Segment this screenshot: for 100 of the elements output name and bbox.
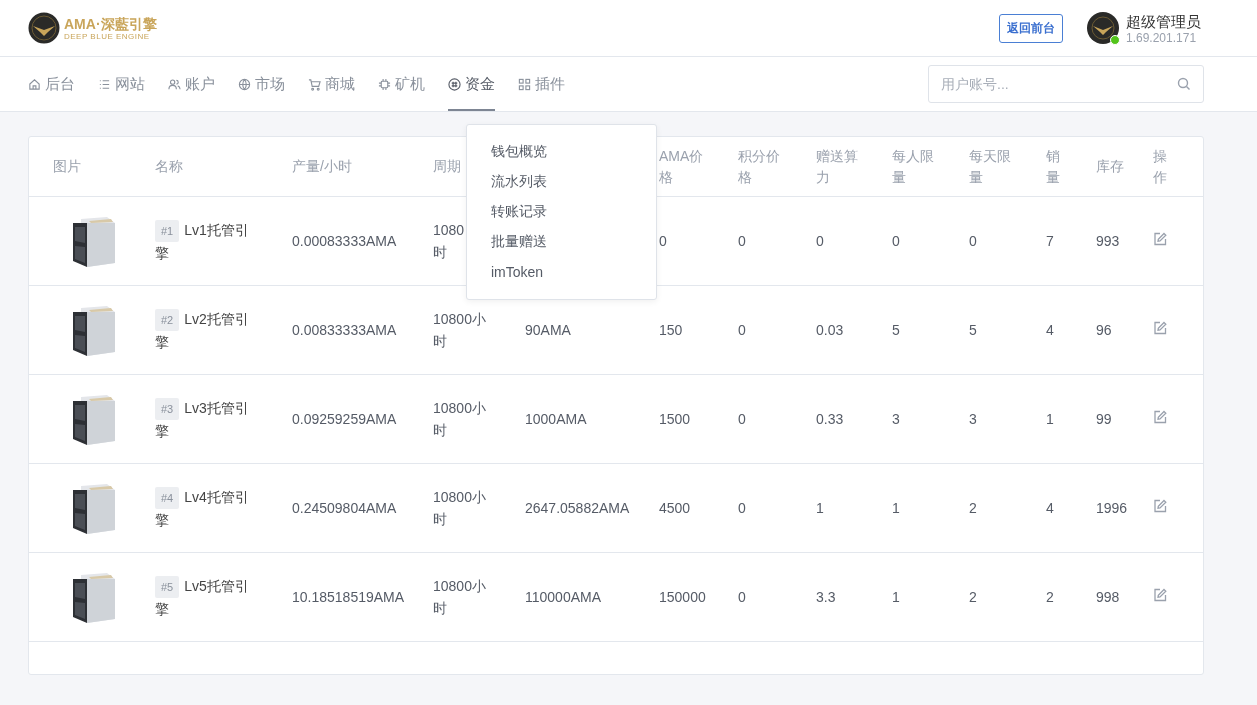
table-cell-text: 90AMA bbox=[525, 321, 571, 340]
column-header: 积分价 格 bbox=[738, 146, 781, 187]
menu-item[interactable]: 批量赠送 bbox=[467, 227, 656, 257]
search-icon[interactable] bbox=[1177, 77, 1191, 91]
product-name: #5 Lv5托管引 擎 bbox=[155, 574, 249, 619]
column-header: AMA价 格 bbox=[659, 146, 705, 187]
table-cell-text: 5 bbox=[969, 321, 977, 340]
users-icon bbox=[168, 77, 181, 91]
table-cell-text: 150000 bbox=[659, 588, 706, 607]
table-cell-text: 0 bbox=[816, 232, 824, 251]
column-header: 库存 bbox=[1096, 157, 1125, 176]
table-cell-text: 0.00083333AMA bbox=[292, 232, 397, 251]
menu-item[interactable]: imToken bbox=[467, 257, 656, 287]
table-cell-text: 10800小 时 bbox=[433, 310, 486, 351]
list-icon bbox=[98, 77, 111, 91]
table-cell-text: 0.24509804AMA bbox=[292, 499, 397, 518]
product-name: #1 Lv1托管引 擎 bbox=[155, 218, 249, 263]
table-cell-text: 1 bbox=[1046, 410, 1054, 429]
table-cell-text: 0 bbox=[738, 499, 746, 518]
table-cell-text: 1000AMA bbox=[525, 410, 587, 429]
table-cell-text: 5 bbox=[892, 321, 900, 340]
menu-item[interactable]: 流水列表 bbox=[467, 167, 656, 197]
product-tag: #1 bbox=[155, 219, 180, 242]
table-cell-text: 0 bbox=[892, 232, 900, 251]
column-header: 图片 bbox=[53, 157, 82, 176]
table-cell-text: 0 bbox=[659, 232, 667, 251]
table-cell-text: 3.3 bbox=[816, 588, 836, 607]
edit-icon[interactable] bbox=[1153, 588, 1167, 602]
table-cell-text: 150 bbox=[659, 321, 683, 340]
table-cell-text: 0 bbox=[738, 410, 746, 429]
product-tag: #4 bbox=[155, 486, 180, 509]
table-cell-text: 1 bbox=[816, 499, 824, 518]
column-header: 操 作 bbox=[1153, 146, 1168, 187]
table-cell-text: 10800小 时 bbox=[433, 577, 486, 618]
table-cell-text: 0 bbox=[738, 588, 746, 607]
globe-icon bbox=[238, 77, 251, 91]
nav-tab[interactable]: 资金 bbox=[448, 57, 495, 111]
nav-tab[interactable]: 商城 bbox=[308, 57, 355, 111]
table-cell-text: 10800小 时 bbox=[433, 399, 486, 440]
edit-icon[interactable] bbox=[1153, 499, 1167, 513]
edit-icon[interactable] bbox=[1153, 410, 1167, 424]
table-cell-text: 96 bbox=[1096, 321, 1112, 340]
avatar-icon bbox=[1087, 12, 1119, 44]
table-cell-text: 993 bbox=[1096, 232, 1120, 251]
table-cell-text: 7 bbox=[1046, 232, 1054, 251]
grid-icon bbox=[518, 77, 531, 91]
table-cell-text: 110000AMA bbox=[525, 588, 601, 607]
column-header: 赠送算 力 bbox=[816, 146, 859, 187]
table-cell-text: 1 bbox=[892, 499, 900, 518]
nav-tab[interactable]: 网站 bbox=[98, 57, 145, 111]
nav-tab[interactable]: 账户 bbox=[168, 57, 215, 111]
menu-item[interactable]: 钱包概览 bbox=[467, 137, 656, 167]
table-cell-text: 10800小 时 bbox=[433, 488, 486, 529]
user-name: 超级管理员 bbox=[1126, 11, 1201, 31]
logo-emblem-icon bbox=[28, 12, 60, 44]
product-name: #4 Lv4托管引 擎 bbox=[155, 485, 249, 530]
home-icon bbox=[28, 77, 41, 91]
edit-icon[interactable] bbox=[1153, 232, 1167, 246]
column-header: 周期 bbox=[433, 157, 462, 176]
table-cell-text: 1080 时 bbox=[433, 221, 465, 262]
table-cell-text: 0.03 bbox=[816, 321, 844, 340]
column-header: 每人限 量 bbox=[892, 146, 935, 187]
table-cell-text: 0 bbox=[738, 321, 746, 340]
table-cell-text: 10.18518519AMA bbox=[292, 588, 405, 607]
nav-tab[interactable]: 市场 bbox=[238, 57, 285, 111]
table-cell-text: 1 bbox=[892, 588, 900, 607]
front-page-button[interactable]: 返回前台 bbox=[999, 13, 1063, 43]
table-cell-text: 2 bbox=[1046, 588, 1054, 607]
product-tag: #2 bbox=[155, 308, 180, 331]
column-header: 销 量 bbox=[1046, 146, 1061, 187]
column-header: 名称 bbox=[155, 157, 184, 176]
table-cell-text: 0 bbox=[969, 232, 977, 251]
table-cell-text: 99 bbox=[1096, 410, 1112, 429]
table-cell-text: 998 bbox=[1096, 588, 1120, 607]
product-name: #2 Lv2托管引 擎 bbox=[155, 307, 249, 352]
product-name: #3 Lv3托管引 擎 bbox=[155, 396, 249, 441]
column-header: 产量/小时 bbox=[292, 157, 353, 176]
nav-tab[interactable]: 插件 bbox=[518, 57, 565, 111]
menu-item[interactable]: 转账记录 bbox=[467, 197, 656, 227]
cart-icon bbox=[308, 77, 321, 91]
coin-icon bbox=[448, 77, 461, 91]
table-cell-text: 4500 bbox=[659, 499, 691, 518]
table-cell-text: 0.00833333AMA bbox=[292, 321, 397, 340]
logo-title: AMA·深藍引擎 bbox=[64, 15, 157, 32]
table-cell-text: 2 bbox=[969, 588, 977, 607]
table-cell-text: 4 bbox=[1046, 499, 1054, 518]
table-cell-text: 0.33 bbox=[816, 410, 844, 429]
nav-tab[interactable]: 矿机 bbox=[378, 57, 425, 111]
table-cell-text: 0 bbox=[738, 232, 746, 251]
edit-icon[interactable] bbox=[1153, 321, 1167, 335]
table-cell-text: 4 bbox=[1046, 321, 1054, 340]
product-tag: #3 bbox=[155, 397, 180, 420]
nav-tab[interactable]: 后台 bbox=[28, 57, 75, 111]
table-cell-text: 2 bbox=[969, 499, 977, 518]
column-header: 每天限 量 bbox=[969, 146, 1012, 187]
table-cell-text: 1500 bbox=[659, 410, 691, 429]
logo-subtitle: DEEP BLUE ENGINE bbox=[64, 31, 150, 41]
table-cell-text: 2647.05882AMA bbox=[525, 499, 630, 518]
table-cell-text: 3 bbox=[969, 410, 977, 429]
search-field[interactable]: 用户账号... bbox=[928, 65, 1204, 103]
